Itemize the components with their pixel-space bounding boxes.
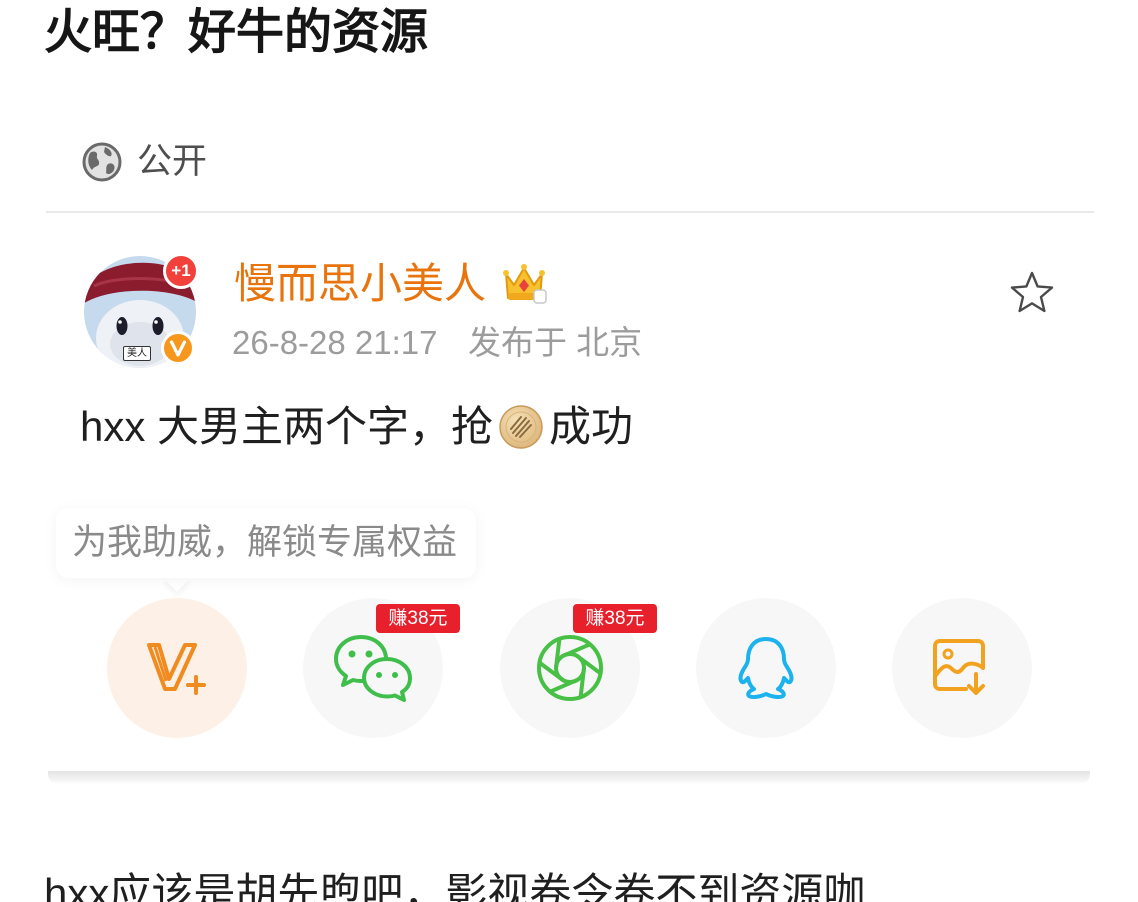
author-name[interactable]: 慢而思小美人	[234, 258, 486, 310]
star-icon[interactable]	[1008, 270, 1056, 316]
save-image-icon	[933, 639, 985, 695]
share-qq-button[interactable]	[696, 598, 836, 738]
share-vplus-button[interactable]	[107, 598, 247, 738]
divider	[46, 211, 1094, 213]
qq-icon	[738, 637, 794, 700]
wechat-icon	[334, 635, 412, 702]
post-text-after-emoji: 成功	[549, 403, 634, 450]
post-time: 26-8-28 21:17	[232, 324, 438, 361]
save-image-button[interactable]	[892, 598, 1032, 738]
post-text-before-emoji: hxx 大男主两个字，抢	[80, 403, 494, 450]
verified-icon	[161, 331, 195, 365]
post-title: 火旺？好牛的资源	[44, 6, 429, 59]
avatar-tag: 美人	[123, 346, 151, 361]
visibility-label: 公开	[137, 142, 208, 181]
moments-icon	[537, 635, 603, 701]
card-bottom-shadow	[48, 771, 1090, 784]
support-prompt: 为我助威，解锁专属权益	[72, 523, 458, 562]
post-content: hxx 大男主两个字，抢 成功	[80, 400, 633, 454]
earn-badge: 赚38元	[573, 604, 657, 633]
notification-badge: +1	[163, 253, 199, 289]
comment-text: hxx应该是胡先煦吧，影视卷令卷不到资源咖	[44, 870, 866, 902]
earn-badge: 赚38元	[376, 604, 460, 633]
globe-icon	[82, 142, 122, 182]
vplus-icon	[147, 643, 206, 695]
crown-icon[interactable]	[500, 260, 548, 306]
pie-emoji-icon	[499, 405, 543, 449]
post-location: 发布于 北京	[468, 324, 643, 361]
